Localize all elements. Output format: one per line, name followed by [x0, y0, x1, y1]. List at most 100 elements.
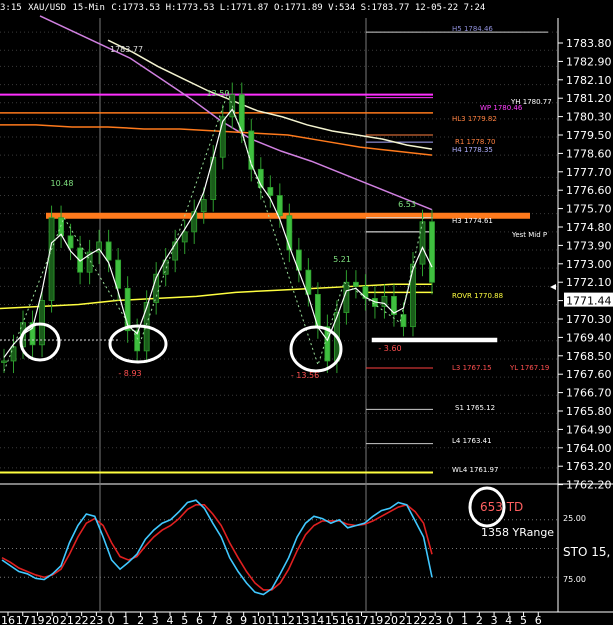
time-tick-label: 21 [60, 614, 74, 625]
price-tick-label: 1775.70 [566, 203, 612, 216]
price-tick-label: 1772.10 [566, 276, 612, 289]
level-label: ROVR 1770.88 [452, 292, 503, 300]
level-label: L3 1767.15 [452, 364, 492, 372]
time-tick-label: 19 [369, 614, 383, 625]
time-tick-label: 23 [89, 614, 103, 625]
time-tick-label: 9 [240, 614, 247, 625]
time-tick-label: 0 [446, 614, 453, 625]
time-tick-label: 15 [325, 614, 339, 625]
time-tick-label: 10 [251, 614, 265, 625]
time-tick-label: 1 [122, 614, 129, 625]
level-label: H5 1784.46 [452, 25, 493, 33]
time-tick-label: 5 [181, 614, 188, 625]
price-tick-label: 1782.10 [566, 74, 612, 87]
time-tick-label: 20 [384, 614, 398, 625]
level-label: Yest Mid P [511, 231, 547, 239]
level-label: S1 1765.12 [455, 404, 495, 412]
price-tick-label: 1782.90 [566, 55, 612, 68]
time-tick-label: 12 [281, 614, 295, 625]
level-label: H3 1774.61 [452, 217, 493, 225]
candle-body [181, 231, 188, 243]
current-price-arrow [550, 284, 556, 290]
time-tick-label: 7 [211, 614, 218, 625]
price-tick-label: 1764.00 [566, 442, 612, 455]
time-tick-label: 17 [16, 614, 30, 625]
swing-high-label: 6.53 [398, 200, 416, 209]
candle-body [410, 263, 416, 328]
swing-low-label: - 3.60 [378, 344, 401, 353]
price-tick-label: 1780.30 [566, 111, 612, 124]
swing-high-label: 10.48 [51, 179, 74, 188]
price-tick-label: 1770.30 [566, 313, 612, 326]
time-tick-label: 21 [399, 614, 413, 625]
peak-price-label: 1783.77 [110, 45, 143, 54]
price-tick-label: 1767.60 [566, 368, 612, 381]
level-label: HL3 1779.82 [452, 115, 497, 123]
candle-body [429, 221, 435, 283]
time-tick-label: 6 [535, 614, 542, 625]
td-label: 653 TD [480, 500, 523, 514]
time-tick-label: 5 [520, 614, 527, 625]
time-tick-label: 3 [491, 614, 498, 625]
swing-low-label: - 8.93 [118, 369, 141, 378]
stochastic-k-line [1, 499, 433, 596]
price-tick-label: 1764.90 [566, 423, 612, 436]
price-chart[interactable]: 10.4813.505.216.53- 8.93- 13.56- 3.60178… [0, 0, 613, 625]
level-label: YL 1767.19 [509, 364, 549, 372]
time-tick-label: 11 [266, 614, 280, 625]
price-tick-label: 1778.60 [566, 147, 612, 160]
level-label: H4 1778.35 [452, 146, 493, 154]
candle-body [67, 235, 74, 249]
price-tick-label: 1773.90 [566, 239, 612, 252]
candle-body [105, 241, 112, 261]
candle-body [115, 259, 122, 289]
price-tick-label: 1768.50 [566, 350, 612, 363]
sto-tick-label: 25.00 [563, 514, 586, 523]
price-tick-label: 1779.50 [566, 129, 612, 142]
swing-high-label: 5.21 [333, 255, 351, 264]
time-tick-label: 19 [30, 614, 44, 625]
price-tick-label: 1776.60 [566, 184, 612, 197]
level-label: WL4 1761.97 [452, 466, 498, 474]
time-tick-label: 14 [310, 614, 324, 625]
time-tick-label: 2 [137, 614, 144, 625]
price-tick-label: 1781.20 [566, 92, 612, 105]
price-tick-label: 1783.80 [566, 37, 612, 50]
time-tick-label: 17 [355, 614, 369, 625]
price-tick-label: 1773.00 [566, 258, 612, 271]
price-tick-label: 1769.40 [566, 331, 612, 344]
time-tick-label: 0 [108, 614, 115, 625]
target-box [370, 336, 499, 344]
price-tick-label: 1763.20 [566, 460, 612, 473]
candle-body [200, 199, 207, 213]
sto-tick-label: 75.00 [563, 575, 586, 584]
ma-orange-line [0, 124, 433, 156]
time-tick-label: 16 [1, 614, 15, 625]
time-tick-label: 22 [75, 614, 89, 625]
candle-body [276, 195, 283, 217]
candle-body [48, 217, 55, 301]
time-tick-label: 1 [461, 614, 468, 625]
price-tick-label: 1765.80 [566, 405, 612, 418]
current-price-label: 1771.44 [566, 295, 612, 308]
time-tick-label: 3 [152, 614, 159, 625]
price-tick-label: 1766.70 [566, 387, 612, 400]
sto-label: STO 15, [563, 545, 610, 559]
time-tick-label: 4 [505, 614, 512, 625]
level-label: YH 1780.77 [510, 98, 552, 106]
price-tick-label: 1774.80 [566, 221, 612, 234]
low-circle [289, 325, 343, 373]
price-tick-label: 1762.20 [566, 479, 612, 492]
time-tick-label: 2 [476, 614, 483, 625]
candle-body [10, 346, 17, 362]
level-label: R1 1778.70 [455, 138, 496, 146]
time-tick-label: 8 [225, 614, 232, 625]
time-tick-label: 16 [340, 614, 354, 625]
time-tick-label: 6 [196, 614, 203, 625]
candle-body [238, 94, 245, 132]
candle-body [1, 360, 7, 363]
swing-high-label: 13.50 [207, 89, 230, 98]
yrange-label: 1358 YRange [481, 526, 554, 539]
swing-low-label: - 13.56 [291, 371, 319, 380]
time-tick-label: 20 [45, 614, 59, 625]
